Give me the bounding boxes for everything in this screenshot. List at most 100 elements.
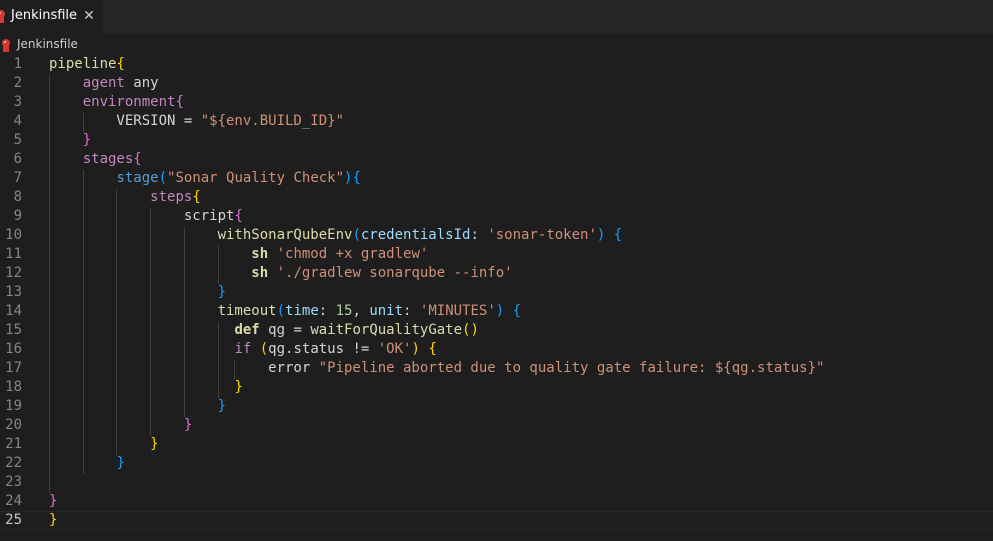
code-line[interactable]: 22 } (0, 454, 993, 473)
code-text: sh './gradlew sonarqube --info' (49, 264, 513, 283)
code-token: unit (369, 303, 404, 319)
code-token: 'sonar-token' (487, 227, 597, 243)
line-number: 13 (5, 284, 22, 300)
code-line[interactable]: 2 agent any (0, 74, 993, 93)
line-number: 18 (5, 379, 22, 395)
jenkins-file-icon (0, 10, 5, 23)
code-line[interactable]: 12 sh './gradlew sonarqube --info' (0, 264, 993, 283)
code-text: } (49, 131, 91, 150)
breadcrumb-item-jenkinsfile[interactable]: Jenkinsfile (17, 37, 78, 51)
code-token: } (183, 417, 193, 433)
code-line[interactable]: 7 stage("Sonar Quality Check"){ (0, 169, 993, 188)
code-token: : (470, 227, 488, 243)
code-editor[interactable]: 1 pipeline{2 agent any 3 environment{4 VER… (0, 55, 993, 541)
code-token: { (512, 303, 522, 319)
code-token: script (49, 208, 235, 224)
code-line[interactable]: 18 } (0, 378, 993, 397)
code-token: waitForQualityGate (310, 322, 463, 338)
code-line[interactable]: 8 steps{ (0, 188, 993, 207)
code-text: } (49, 378, 242, 397)
code-line[interactable]: 6 stages{ (0, 150, 993, 169)
code-line[interactable]: 17 error "Pipeline aborted due to qualit… (0, 359, 993, 378)
code-token: } (217, 398, 227, 414)
code-text: withSonarQubeEnv(credentialsId: 'sonar-t… (49, 226, 623, 245)
code-token: pipeline (49, 56, 117, 72)
code-token: qg = (259, 322, 311, 338)
line-number: 9 (13, 208, 22, 224)
line-number: 10 (5, 227, 22, 243)
line-number: 5 (13, 132, 22, 148)
code-token: { (352, 170, 361, 186)
code-token: { (116, 56, 125, 72)
code-token: stage (116, 170, 159, 186)
code-token: } (49, 493, 58, 509)
line-number: 1 (13, 56, 22, 72)
code-text: } (49, 511, 57, 530)
code-line[interactable]: 4 VERSION = "${env.BUILD_ID}" (0, 112, 993, 131)
code-line[interactable]: 24} (0, 492, 993, 511)
code-token: agent (82, 75, 125, 91)
close-icon[interactable]: ✕ (80, 7, 98, 25)
code-text: steps{ (49, 188, 201, 207)
code-line[interactable]: 10 withSonarQubeEnv(credentialsId: 'sona… (0, 226, 993, 245)
code-token: stages (82, 151, 134, 167)
code-text: agent any (49, 74, 159, 93)
code-token: sh (251, 265, 269, 281)
code-line[interactable]: 14 timeout(time: 15, unit: 'MINUTES') { (0, 302, 993, 321)
code-token: environment (82, 94, 176, 110)
code-line[interactable]: 16 if (qg.status != 'OK') { (0, 340, 993, 359)
code-text: if (qg.status != 'OK') { (49, 340, 437, 359)
code-token: ( (352, 227, 361, 243)
code-text: } (49, 397, 226, 416)
code-token: './gradlew sonarqube --info' (276, 265, 513, 281)
code-token: 'OK' (377, 341, 412, 357)
code-token: 'MINUTES' (419, 303, 496, 319)
code-line[interactable]: 23 (0, 473, 993, 492)
line-number: 12 (5, 265, 22, 281)
code-token: () (462, 322, 479, 338)
code-token: ) (411, 341, 420, 357)
code-line[interactable]: 15 def qg = waitForQualityGate() (0, 321, 993, 340)
code-line[interactable]: 9 script{ (0, 207, 993, 226)
code-line[interactable]: 20 } (0, 416, 993, 435)
line-number: 4 (13, 113, 22, 129)
code-text: stages{ (49, 150, 142, 169)
code-line[interactable]: 19 } (0, 397, 993, 416)
code-token: if (234, 341, 252, 357)
line-number: 25 (5, 512, 22, 528)
code-line[interactable]: 13 } (0, 283, 993, 302)
code-line[interactable]: 11 sh 'chmod +x gradlew' (0, 245, 993, 264)
tab-jenkinsfile[interactable]: Jenkinsfile ✕ (0, 0, 103, 33)
code-line[interactable]: 3 environment{ (0, 93, 993, 112)
code-token: { (192, 189, 201, 205)
code-token: error (49, 360, 319, 376)
line-number: 7 (13, 170, 22, 186)
code-line[interactable]: 21 } (0, 435, 993, 454)
line-number: 19 (5, 398, 22, 414)
line-number: 3 (13, 94, 22, 110)
code-token: { (428, 341, 437, 357)
code-token: any (124, 75, 159, 91)
code-token: qg.status != (268, 341, 378, 357)
code-line[interactable]: 5 } (0, 131, 993, 150)
code-token: withSonarQubeEnv (217, 227, 353, 243)
code-text: } (49, 492, 57, 511)
line-number: 17 (5, 360, 22, 376)
code-token: { (175, 94, 184, 110)
code-token: sh (251, 246, 269, 262)
code-line[interactable]: 25} (0, 511, 993, 530)
code-token: ( (158, 170, 168, 186)
code-line[interactable]: 1 pipeline{ (0, 55, 993, 74)
code-text: def qg = waitForQualityGate() (49, 321, 479, 340)
